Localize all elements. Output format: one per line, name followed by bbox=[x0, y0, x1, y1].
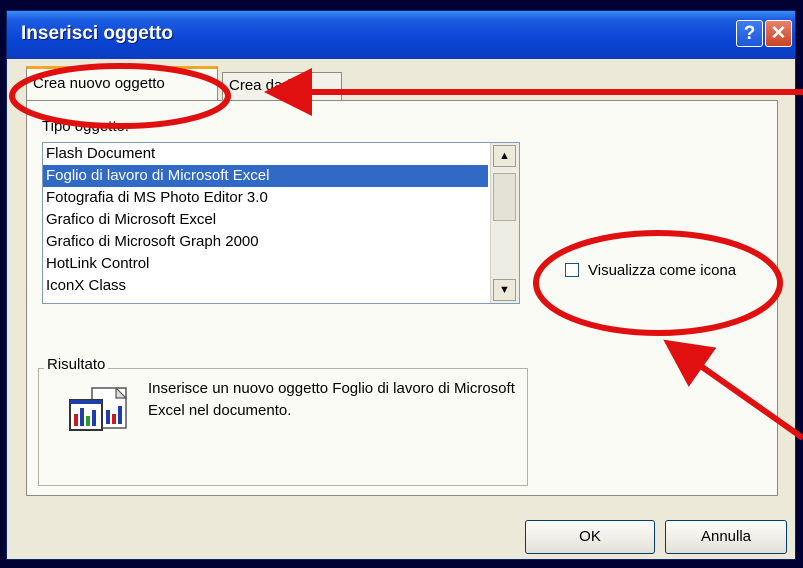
tab-create-new[interactable]: Crea nuovo oggetto bbox=[26, 66, 218, 100]
cancel-button[interactable]: Annulla bbox=[665, 520, 787, 554]
scroll-thumb[interactable] bbox=[493, 173, 516, 221]
list-item[interactable]: Grafico di Microsoft Graph 2000 bbox=[43, 231, 519, 253]
tab-create-new-label: Crea nuovo oggetto bbox=[33, 75, 165, 92]
tab-create-from-file[interactable]: Crea da file bbox=[222, 72, 342, 100]
object-type-list[interactable]: Flash Document Foglio di lavoro di Micro… bbox=[42, 142, 520, 304]
dialog-title: Inserisci oggetto bbox=[21, 23, 174, 44]
display-as-icon-checkbox[interactable] bbox=[565, 263, 579, 277]
result-description: Inserisce un nuovo oggetto Foglio di lav… bbox=[148, 380, 515, 419]
help-button[interactable]: ? bbox=[736, 20, 763, 47]
list-item[interactable]: Grafico di Microsoft Excel bbox=[43, 209, 519, 231]
list-item[interactable]: Fotografia di MS Photo Editor 3.0 bbox=[43, 187, 519, 209]
display-as-icon-label[interactable]: Visualizza come icona bbox=[588, 262, 736, 279]
list-item[interactable]: HotLink Control bbox=[43, 253, 519, 275]
scroll-up-arrow-icon[interactable]: ▲ bbox=[493, 145, 516, 167]
list-item-selected[interactable]: Foglio di lavoro di Microsoft Excel bbox=[43, 165, 488, 187]
close-button[interactable]: ✕ bbox=[765, 20, 792, 47]
object-type-label: Tipo oggetto: bbox=[42, 118, 130, 135]
result-group-title: Risultato bbox=[44, 356, 109, 373]
list-scrollbar[interactable]: ▲ ▼ bbox=[490, 143, 519, 303]
list-item[interactable]: IconX Class bbox=[43, 275, 519, 297]
scroll-down-arrow-icon[interactable]: ▼ bbox=[493, 279, 516, 301]
title-bar[interactable]: Inserisci oggetto ? ✕ bbox=[7, 11, 795, 59]
tab-create-from-file-label: Crea da file bbox=[229, 77, 306, 94]
excel-object-icon bbox=[69, 387, 128, 431]
list-item[interactable]: Flash Document bbox=[43, 143, 519, 165]
ok-button[interactable]: OK bbox=[525, 520, 655, 554]
